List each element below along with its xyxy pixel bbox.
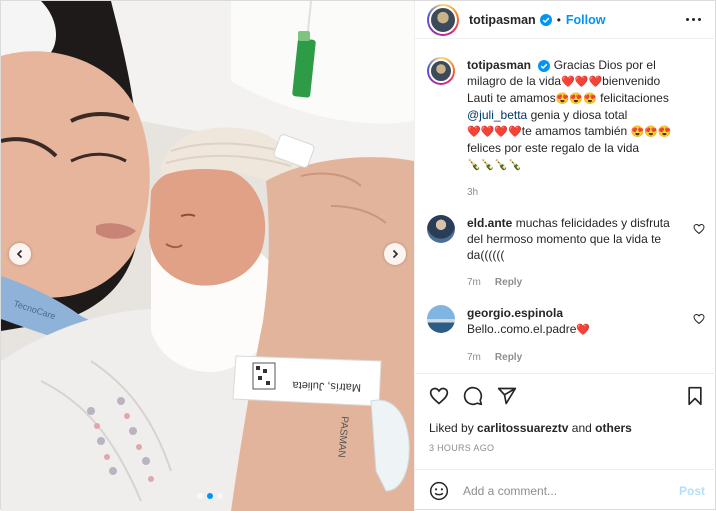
comment-meta: 7m Reply: [467, 275, 681, 291]
emoji-icon[interactable]: [429, 481, 449, 501]
comment-meta: 7m Reply: [467, 350, 681, 366]
bookmark-icon[interactable]: [685, 386, 705, 406]
caption-avatar[interactable]: [427, 57, 455, 85]
caption-emoji-4: 😍😍😍: [630, 126, 672, 138]
comment-emoji: ❤️: [576, 324, 591, 336]
comment: georgio.espinola Bello..como.el.padre❤️ …: [427, 305, 705, 366]
chevron-left-icon: [16, 249, 23, 259]
caption-part-6: felices por este regalo de la vida: [467, 141, 640, 155]
reply-button[interactable]: Reply: [495, 350, 522, 366]
likes-conj: and: [571, 421, 592, 435]
caption-username[interactable]: totipasman: [467, 58, 531, 72]
wristband-text: Matrís, Julieta: [291, 379, 361, 393]
carousel-indicator: [197, 493, 223, 499]
comments-list[interactable]: totipasman Gracias Dios por el milagro d…: [415, 47, 716, 373]
add-comment-bar: Post: [415, 469, 716, 511]
post-comment-button[interactable]: Post: [679, 484, 705, 498]
caption-part-5: te amamos también: [521, 124, 628, 138]
caption: totipasman Gracias Dios por el milagro d…: [427, 57, 705, 201]
likes-user[interactable]: carlitossuareztv: [477, 421, 568, 435]
comment-username[interactable]: georgio.espinola: [467, 306, 563, 320]
carousel-dot-active: [207, 493, 213, 499]
post-timestamp[interactable]: 3 HOURS AGO: [429, 443, 494, 453]
photo-illustration: TecnoCare Matrís, Julieta PASMAN: [1, 1, 414, 511]
carousel-prev-button[interactable]: [9, 243, 31, 265]
comment-text: georgio.espinola Bello..como.el.padre❤️ …: [467, 305, 681, 366]
carousel-dot: [197, 493, 203, 499]
caption-text: totipasman Gracias Dios por el milagro d…: [467, 57, 681, 201]
reply-button[interactable]: Reply: [495, 275, 522, 291]
likes-others[interactable]: others: [595, 421, 632, 435]
caption-age[interactable]: 3h: [467, 185, 478, 201]
comment-text: eld.ante muchas felicidades y disfruta d…: [467, 215, 681, 291]
follow-button[interactable]: Follow: [566, 13, 606, 27]
header-separator: •: [556, 12, 561, 27]
comment-age[interactable]: 7m: [467, 275, 481, 291]
likes-summary: Liked by carlitossuareztv and others: [429, 421, 632, 435]
caption-meta: 3h: [467, 185, 681, 201]
share-icon[interactable]: [497, 386, 517, 406]
author-avatar[interactable]: [427, 3, 459, 36]
heart-icon[interactable]: [429, 386, 449, 406]
comment-like-heart-icon[interactable]: [693, 223, 705, 235]
caption-emoji-3: ❤️❤️❤️❤️: [467, 126, 522, 138]
post-side-panel: totipasman • Follow totipasman Gracias D…: [414, 1, 716, 511]
caption-part-4: genia y diosa total: [530, 108, 628, 122]
comment: eld.ante muchas felicidades y disfruta d…: [427, 215, 705, 291]
carousel-dot: [217, 493, 223, 499]
post-photo[interactable]: TecnoCare Matrís, Julieta PASMAN: [1, 1, 414, 511]
instagram-post: TecnoCare Matrís, Julieta PASMAN totipas…: [0, 0, 716, 511]
likes-prefix: Liked by: [429, 421, 474, 435]
caption-part-3: felicitaciones: [600, 91, 669, 105]
carousel-next-button[interactable]: [384, 243, 406, 265]
comment-input[interactable]: [463, 483, 679, 498]
caption-emoji-5: 🍾🍾🍾🍾: [467, 159, 522, 171]
comment-icon[interactable]: [463, 386, 483, 406]
author-username[interactable]: totipasman: [469, 13, 536, 27]
commenter-avatar[interactable]: [427, 215, 455, 243]
caption-mention[interactable]: @juli_betta: [467, 108, 527, 122]
commenter-avatar[interactable]: [427, 305, 455, 333]
comment-like-heart-icon[interactable]: [693, 313, 705, 325]
comment-body: Bello..como.el.padre: [467, 322, 577, 336]
caption-emoji-2: 😍😍😍: [555, 93, 597, 105]
caption-emoji-1: ❤️❤️❤️: [561, 76, 603, 88]
comment-age[interactable]: 7m: [467, 350, 481, 366]
more-options-icon[interactable]: [682, 14, 705, 25]
action-bar: [415, 373, 716, 417]
verified-badge-icon: [538, 59, 551, 72]
comment-username[interactable]: eld.ante: [467, 216, 512, 230]
post-header: totipasman • Follow: [415, 1, 716, 39]
chevron-right-icon: [392, 249, 399, 259]
verified-badge-icon: [539, 13, 552, 26]
